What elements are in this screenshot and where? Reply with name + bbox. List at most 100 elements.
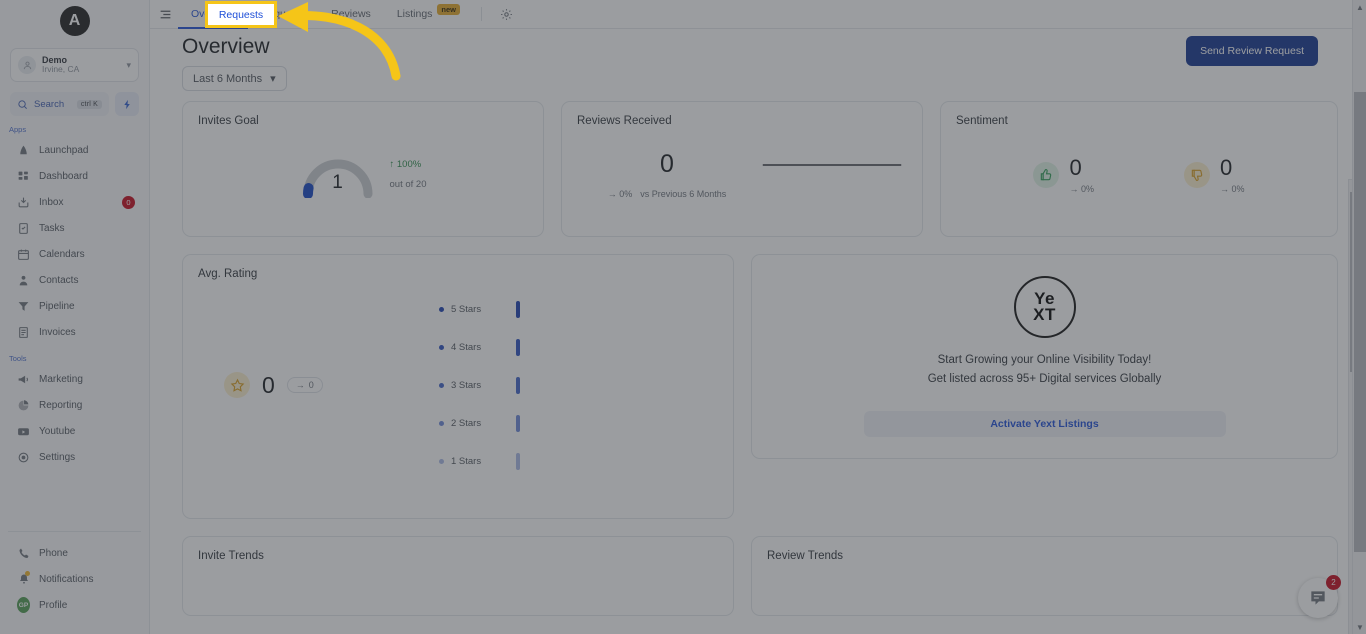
reviews-received-change-value: 0% xyxy=(619,188,633,199)
invites-goal-stats: ↑ 100% out of 20 xyxy=(390,155,427,195)
pipeline-icon xyxy=(17,300,30,313)
yext-copy: Start Growing your Online Visibility Tod… xyxy=(928,351,1162,389)
rating-bar-row: 2 Stars xyxy=(439,414,520,432)
sentiment-positive-change: → 0% xyxy=(1069,183,1094,194)
sidebar-toggle-button[interactable] xyxy=(152,0,178,28)
tab-listings[interactable]: Listings new xyxy=(384,0,473,28)
invites-goal-change: ↑ 100% xyxy=(389,159,422,171)
sidebar-item-settings[interactable]: Settings xyxy=(0,444,149,470)
sidebar-item-label: Phone xyxy=(39,547,68,559)
page-scrollbar[interactable]: ▲ ▼ xyxy=(1352,0,1366,634)
sidebar-apps-list: Launchpad Dashboard Inbox 0 Tasks Calend… xyxy=(0,137,149,345)
rating-breakdown-chart: 5 Stars 4 Stars 3 Stars 2 Stars 1 Stars xyxy=(439,300,520,470)
sentiment-positive-change-value: 0% xyxy=(1080,183,1094,194)
workspace-switcher[interactable]: Demo Irvine, CA ▾ xyxy=(10,48,139,82)
legend-dot-icon xyxy=(439,382,444,388)
sidebar-item-marketing[interactable]: Marketing xyxy=(0,366,149,392)
thumbs-down-icon xyxy=(1184,162,1210,188)
sentiment-negative-values: 0 → 0% xyxy=(1220,156,1245,194)
sidebar-item-reporting[interactable]: Reporting xyxy=(0,392,149,418)
rating-bar xyxy=(516,300,520,318)
lightning-bolt-icon xyxy=(123,99,130,109)
sidebar-item-label: Settings xyxy=(39,451,76,463)
rating-bar xyxy=(516,376,520,394)
reviews-received-change: → 0% xyxy=(607,188,633,199)
sidebar-item-tasks[interactable]: Tasks xyxy=(0,215,149,241)
card-title: Invites Goal xyxy=(198,115,259,127)
new-badge: new xyxy=(437,3,461,15)
workspace-text: Demo Irvine, CA xyxy=(42,56,120,74)
sidebar-bottom-list: Phone Notifications GP Profile xyxy=(0,540,149,634)
legend-dot-icon xyxy=(439,344,444,350)
sidebar-item-calendars[interactable]: Calendars xyxy=(0,241,149,267)
sidebar-item-label: Inbox xyxy=(39,196,64,208)
page-scrollbar-thumb[interactable] xyxy=(1354,92,1366,552)
rating-bar-row: 1 Stars xyxy=(439,452,520,470)
notification-dot-icon xyxy=(25,571,30,576)
tutorial-highlight-requests-tab[interactable]: Requests xyxy=(205,1,277,28)
sidebar-item-label: Youtube xyxy=(39,425,76,437)
sentiment-negative-change: → 0% xyxy=(1220,183,1245,194)
invites-goal-body: 1 ↑ 100% out of 20 xyxy=(198,127,528,223)
sidebar-item-contacts[interactable]: Contacts xyxy=(0,267,149,293)
app-logo[interactable]: A xyxy=(59,6,90,36)
sidebar-item-phone[interactable]: Phone xyxy=(0,540,149,566)
sentiment-negative: 0 → 0% xyxy=(1184,156,1245,194)
page-header: Overview Last 6 Months ▾ Send Review Req… xyxy=(150,29,1366,91)
invites-goal-gauge: 1 xyxy=(300,152,376,199)
launchpad-icon xyxy=(17,144,30,157)
yext-body: Ye XT Start Growing your Online Visibili… xyxy=(767,268,1322,437)
chevron-down-icon: ▾ xyxy=(126,59,131,70)
tasks-icon xyxy=(17,222,30,235)
search-input[interactable]: Search ctrl K xyxy=(10,92,109,116)
sidebar-item-dashboard[interactable]: Dashboard xyxy=(0,163,149,189)
rating-bar-label: 2 Stars xyxy=(451,417,482,429)
rating-bar-row: 3 Stars xyxy=(439,376,520,394)
invites-goal-subtext: out of 20 xyxy=(389,179,427,190)
search-placeholder: Search xyxy=(34,98,65,110)
chevron-down-icon: ▾ xyxy=(270,73,276,85)
rating-bar xyxy=(516,414,520,432)
app-root: A Demo Irvine, CA ▾ Search ctrl K Apps L… xyxy=(0,0,1366,634)
sidebar-item-invoices[interactable]: Invoices xyxy=(0,319,149,345)
avg-rating-value: 0 xyxy=(262,371,275,398)
sidebar-item-pipeline[interactable]: Pipeline xyxy=(0,293,149,319)
sidebar-item-launchpad[interactable]: Launchpad xyxy=(0,137,149,163)
sidebar-item-profile[interactable]: GP Profile xyxy=(0,592,149,618)
youtube-icon xyxy=(17,425,30,438)
gear-icon xyxy=(17,451,30,464)
sidebar-tools-list: Marketing Reporting Youtube Settings xyxy=(0,366,149,470)
sidebar-item-notifications[interactable]: Notifications xyxy=(0,566,149,592)
megaphone-icon xyxy=(17,373,30,386)
sidebar-item-label: Pipeline xyxy=(39,300,75,312)
page-scroll-down-arrow-icon[interactable]: ▼ xyxy=(1353,620,1366,634)
tab-reviews[interactable]: Reviews xyxy=(318,0,384,28)
quick-action-button[interactable] xyxy=(115,92,139,116)
legend-dot-icon xyxy=(439,306,444,312)
chat-widget-button[interactable]: 2 xyxy=(1298,575,1341,618)
sidebar-item-youtube[interactable]: Youtube xyxy=(0,418,149,444)
metrics-row-1: Invites Goal 1 ↑ 100% out of 20 Reviews … xyxy=(182,101,1338,237)
calendar-icon xyxy=(17,248,30,261)
page-scroll-up-arrow-icon[interactable]: ▲ xyxy=(1353,0,1366,14)
sidebar-item-label: Contacts xyxy=(39,274,79,286)
date-range-selector[interactable]: Last 6 Months ▾ xyxy=(182,66,287,91)
sidebar-item-inbox[interactable]: Inbox 0 xyxy=(0,189,149,215)
rating-bar-row: 5 Stars xyxy=(439,300,520,318)
yext-logo-icon: Ye XT xyxy=(1013,276,1076,338)
tab-settings[interactable] xyxy=(490,0,523,28)
search-shortcut-badge: ctrl K xyxy=(76,99,102,109)
send-review-request-button[interactable]: Send Review Request xyxy=(1186,36,1318,66)
reviews-received-comparison: vs Previous 6 Months xyxy=(640,188,727,199)
dashboard-icon xyxy=(17,170,30,183)
line-chart-icon xyxy=(762,164,902,166)
sidebar-item-label: Notifications xyxy=(39,573,94,585)
rating-bar xyxy=(516,452,520,470)
sidebar-logo-row: A xyxy=(0,0,149,42)
reviews-received-sparkline xyxy=(757,151,907,199)
activate-yext-listings-button[interactable]: Activate Yext Listings xyxy=(863,410,1226,437)
top-tab-bar: Overview Requests Reviews Listings new xyxy=(150,0,1366,29)
tab-label: Requests xyxy=(218,8,264,21)
search-icon xyxy=(18,99,27,109)
tab-label: Reviews xyxy=(331,8,371,20)
